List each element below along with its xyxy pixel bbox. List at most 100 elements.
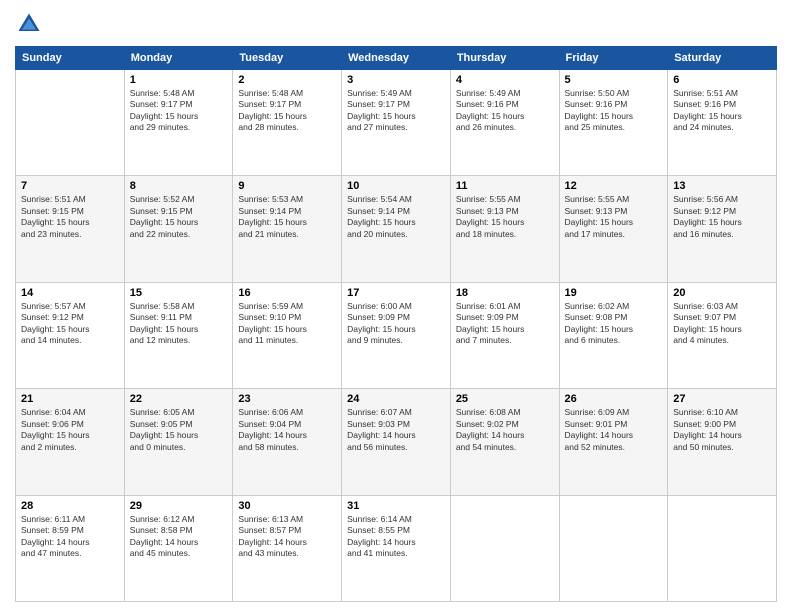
weekday-header-wednesday: Wednesday	[342, 47, 451, 70]
day-number: 14	[21, 287, 119, 299]
calendar-cell: 28Sunrise: 6:11 AM Sunset: 8:59 PM Dayli…	[16, 495, 125, 601]
day-info: Sunrise: 5:48 AM Sunset: 9:17 PM Dayligh…	[238, 88, 336, 134]
logo	[15, 10, 47, 38]
day-info: Sunrise: 6:02 AM Sunset: 9:08 PM Dayligh…	[565, 301, 663, 347]
weekday-header-thursday: Thursday	[450, 47, 559, 70]
day-number: 1	[130, 74, 228, 86]
day-info: Sunrise: 6:04 AM Sunset: 9:06 PM Dayligh…	[21, 407, 119, 453]
day-number: 11	[456, 180, 554, 192]
day-number: 5	[565, 74, 663, 86]
calendar-cell: 14 Sunrise: 5:57 AM Sunset: 9:12 PM Dayli…	[16, 282, 125, 388]
calendar-cell: 23 Sunrise: 6:06 AM Sunset: 9:04 PM Dayli…	[233, 389, 342, 495]
day-info: Sunrise: 5:51 AM Sunset: 9:15 PM Dayligh…	[21, 194, 119, 240]
day-info: Sunrise: 6:07 AM Sunset: 9:03 PM Dayligh…	[347, 407, 445, 453]
day-info: Sunrise: 5:53 AM Sunset: 9:14 PM Dayligh…	[238, 194, 336, 240]
day-number: 23	[238, 393, 336, 405]
day-number: 13	[673, 180, 771, 192]
day-number: 9	[238, 180, 336, 192]
calendar-cell: 2Sunrise: 5:48 AM Sunset: 9:17 PM Daylig…	[233, 70, 342, 176]
day-number: 21	[21, 393, 119, 405]
day-info: Sunrise: 6:01 AM Sunset: 9:09 PM Dayligh…	[456, 301, 554, 347]
day-number: 26	[565, 393, 663, 405]
day-info: Sunrise: 5:57 AM Sunset: 9:12 PM Dayligh…	[21, 301, 119, 347]
weekday-header-friday: Friday	[559, 47, 668, 70]
calendar-cell: 26 Sunrise: 6:09 AM Sunset: 9:01 PM Dayli…	[559, 389, 668, 495]
day-number: 27	[673, 393, 771, 405]
day-info: Sunrise: 6:10 AM Sunset: 9:00 PM Dayligh…	[673, 407, 771, 453]
weekday-header-tuesday: Tuesday	[233, 47, 342, 70]
day-info: Sunrise: 5:54 AM Sunset: 9:14 PM Dayligh…	[347, 194, 445, 240]
day-number: 19	[565, 287, 663, 299]
calendar-table: SundayMondayTuesdayWednesdayThursdayFrid…	[15, 46, 777, 602]
day-info: Sunrise: 5:49 AM Sunset: 9:16 PM Dayligh…	[456, 88, 554, 134]
day-info: Sunrise: 6:03 AM Sunset: 9:07 PM Dayligh…	[673, 301, 771, 347]
calendar-cell: 25 Sunrise: 6:08 AM Sunset: 9:02 PM Dayli…	[450, 389, 559, 495]
day-info: Sunrise: 5:55 AM Sunset: 9:13 PM Dayligh…	[456, 194, 554, 240]
day-number: 25	[456, 393, 554, 405]
weekday-header-sunday: Sunday	[16, 47, 125, 70]
day-number: 12	[565, 180, 663, 192]
day-info: Sunrise: 6:11 AM Sunset: 8:59 PM Dayligh…	[21, 514, 119, 560]
day-info: Sunrise: 5:49 AM Sunset: 9:17 PM Dayligh…	[347, 88, 445, 134]
day-number: 8	[130, 180, 228, 192]
day-number: 4	[456, 74, 554, 86]
day-number: 22	[130, 393, 228, 405]
weekday-header-row: SundayMondayTuesdayWednesdayThursdayFrid…	[16, 47, 777, 70]
day-number: 20	[673, 287, 771, 299]
day-info: Sunrise: 6:09 AM Sunset: 9:01 PM Dayligh…	[565, 407, 663, 453]
day-info: Sunrise: 6:08 AM Sunset: 9:02 PM Dayligh…	[456, 407, 554, 453]
weekday-header-saturday: Saturday	[668, 47, 777, 70]
day-info: Sunrise: 6:12 AM Sunset: 8:58 PM Dayligh…	[130, 514, 228, 560]
day-number: 6	[673, 74, 771, 86]
calendar-cell: 10 Sunrise: 5:54 AM Sunset: 9:14 PM Dayli…	[342, 176, 451, 282]
day-info: Sunrise: 5:52 AM Sunset: 9:15 PM Dayligh…	[130, 194, 228, 240]
calendar-cell	[668, 495, 777, 601]
day-number: 17	[347, 287, 445, 299]
calendar-cell: 9 Sunrise: 5:53 AM Sunset: 9:14 PM Daylig…	[233, 176, 342, 282]
calendar-cell: 5 Sunrise: 5:50 AM Sunset: 9:16 PM Daylig…	[559, 70, 668, 176]
calendar-cell: 3Sunrise: 5:49 AM Sunset: 9:17 PM Daylig…	[342, 70, 451, 176]
calendar-cell: 8 Sunrise: 5:52 AM Sunset: 9:15 PM Daylig…	[124, 176, 233, 282]
calendar-cell: 1Sunrise: 5:48 AM Sunset: 9:17 PM Daylig…	[124, 70, 233, 176]
day-info: Sunrise: 6:06 AM Sunset: 9:04 PM Dayligh…	[238, 407, 336, 453]
calendar-cell: 31Sunrise: 6:14 AM Sunset: 8:55 PM Dayli…	[342, 495, 451, 601]
calendar-cell: 11 Sunrise: 5:55 AM Sunset: 9:13 PM Dayli…	[450, 176, 559, 282]
calendar-cell	[450, 495, 559, 601]
calendar-cell	[559, 495, 668, 601]
calendar-cell	[16, 70, 125, 176]
day-number: 18	[456, 287, 554, 299]
calendar-cell: 13Sunrise: 5:56 AM Sunset: 9:12 PM Dayli…	[668, 176, 777, 282]
calendar-cell: 12 Sunrise: 5:55 AM Sunset: 9:13 PM Dayli…	[559, 176, 668, 282]
calendar-cell: 29Sunrise: 6:12 AM Sunset: 8:58 PM Dayli…	[124, 495, 233, 601]
day-number: 15	[130, 287, 228, 299]
day-info: Sunrise: 5:55 AM Sunset: 9:13 PM Dayligh…	[565, 194, 663, 240]
week-row-3: 14 Sunrise: 5:57 AM Sunset: 9:12 PM Dayli…	[16, 282, 777, 388]
day-info: Sunrise: 5:50 AM Sunset: 9:16 PM Dayligh…	[565, 88, 663, 134]
calendar-cell: 30Sunrise: 6:13 AM Sunset: 8:57 PM Dayli…	[233, 495, 342, 601]
week-row-5: 28Sunrise: 6:11 AM Sunset: 8:59 PM Dayli…	[16, 495, 777, 601]
calendar-cell: 17Sunrise: 6:00 AM Sunset: 9:09 PM Dayli…	[342, 282, 451, 388]
calendar-cell: 20 Sunrise: 6:03 AM Sunset: 9:07 PM Dayli…	[668, 282, 777, 388]
calendar-cell: 16 Sunrise: 5:59 AM Sunset: 9:10 PM Dayli…	[233, 282, 342, 388]
weekday-header-monday: Monday	[124, 47, 233, 70]
week-row-2: 7 Sunrise: 5:51 AM Sunset: 9:15 PM Daylig…	[16, 176, 777, 282]
day-number: 7	[21, 180, 119, 192]
calendar-cell: 24 Sunrise: 6:07 AM Sunset: 9:03 PM Dayli…	[342, 389, 451, 495]
logo-icon	[15, 10, 43, 38]
day-info: Sunrise: 6:13 AM Sunset: 8:57 PM Dayligh…	[238, 514, 336, 560]
day-info: Sunrise: 5:59 AM Sunset: 9:10 PM Dayligh…	[238, 301, 336, 347]
calendar-cell: 15 Sunrise: 5:58 AM Sunset: 9:11 PM Dayli…	[124, 282, 233, 388]
calendar-cell: 7 Sunrise: 5:51 AM Sunset: 9:15 PM Daylig…	[16, 176, 125, 282]
day-number: 24	[347, 393, 445, 405]
day-info: Sunrise: 5:58 AM Sunset: 9:11 PM Dayligh…	[130, 301, 228, 347]
day-number: 16	[238, 287, 336, 299]
week-row-4: 21 Sunrise: 6:04 AM Sunset: 9:06 PM Dayli…	[16, 389, 777, 495]
calendar-cell: 22 Sunrise: 6:05 AM Sunset: 9:05 PM Dayli…	[124, 389, 233, 495]
day-number: 10	[347, 180, 445, 192]
calendar-cell: 4 Sunrise: 5:49 AM Sunset: 9:16 PM Daylig…	[450, 70, 559, 176]
day-number: 31	[347, 500, 445, 512]
calendar-cell: 27 Sunrise: 6:10 AM Sunset: 9:00 PM Dayli…	[668, 389, 777, 495]
day-info: Sunrise: 6:05 AM Sunset: 9:05 PM Dayligh…	[130, 407, 228, 453]
calendar-cell: 21 Sunrise: 6:04 AM Sunset: 9:06 PM Dayli…	[16, 389, 125, 495]
page: SundayMondayTuesdayWednesdayThursdayFrid…	[0, 0, 792, 612]
